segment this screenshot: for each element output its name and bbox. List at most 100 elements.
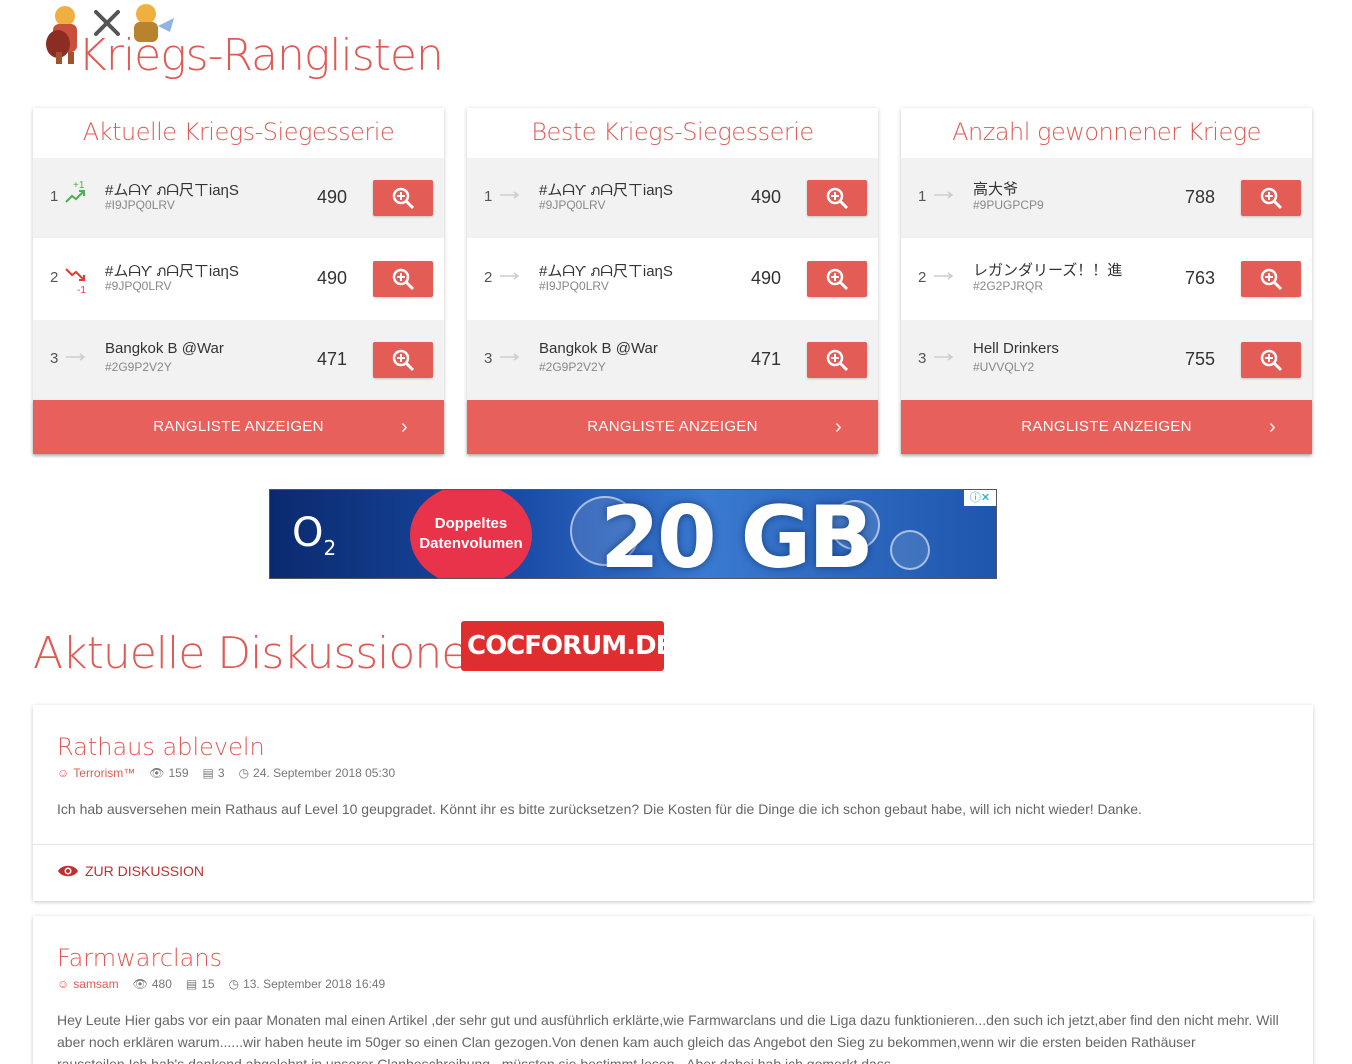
show-ranking-label: RANGLISTE ANZEIGEN [587, 418, 758, 435]
zoom-in-icon [392, 349, 415, 372]
reply-count: 3 [217, 766, 225, 780]
bubble-decoration [890, 530, 930, 570]
view-clan-button[interactable] [373, 342, 433, 378]
trend-flat-icon [500, 353, 520, 361]
ranking-card-wars-won: Anzahl gewonnener Kriege 1 高大爷 #9PUGPCP9… [901, 108, 1312, 454]
clan-tag: #I9JPQ0LRV [105, 198, 175, 212]
view-clan-button[interactable] [807, 180, 867, 216]
clan-name[interactable]: Bangkok B @War [105, 340, 224, 357]
show-ranking-button[interactable]: RANGLISTE ANZEIGEN › [901, 400, 1312, 454]
clan-name[interactable]: 高大爷 [973, 178, 1018, 199]
view-clan-button[interactable] [1241, 261, 1301, 297]
clan-score: 755 [1185, 349, 1216, 369]
zoom-in-icon [392, 268, 415, 291]
ranking-card-title: Anzahl gewonnener Kriege [952, 118, 1261, 146]
ranking-card-current-streak: Aktuelle Kriegs-Siegesserie 1 +1 #ムᗩƳ ภᗩ… [33, 108, 444, 454]
zoom-in-icon [1260, 187, 1283, 210]
user-icon: ☺ [57, 977, 70, 991]
cocforum-logo[interactable]: COCFORUM.DE [461, 621, 664, 671]
view-clan-button[interactable] [1241, 342, 1301, 378]
clock-icon: ◷ [238, 766, 250, 780]
rank-number: 1 [484, 188, 493, 205]
discussion-meta: ☺ Terrorism™ 👁 159 ▤ 3 ◷ 24. September 2… [57, 766, 395, 780]
clan-tag: #2G2PJRQR [973, 279, 1044, 293]
discussion-excerpt: Ich hab ausversehen mein Rathaus auf Lev… [57, 801, 1142, 817]
show-ranking-button[interactable]: RANGLISTE ANZEIGEN › [33, 400, 444, 454]
clan-score: 490 [317, 268, 348, 288]
clan-tag: #I9JPQ0LRV [539, 279, 609, 293]
eye-icon: 👁 [149, 766, 165, 780]
rank-number: 1 [918, 188, 927, 205]
eye-icon [58, 865, 78, 877]
trend-flat-icon [500, 272, 520, 280]
clan-name[interactable]: Bangkok B @War [539, 340, 658, 357]
clan-score: 471 [751, 349, 782, 369]
discussion-author[interactable]: Terrorism™ [73, 766, 135, 780]
trend-flat-icon [66, 353, 86, 361]
post-date: 13. September 2018 16:49 [243, 977, 386, 991]
clan-score: 788 [1185, 187, 1216, 207]
clan-score: 490 [751, 268, 782, 288]
rank-number: 3 [918, 350, 927, 367]
ranking-row: 1 #ムᗩƳ ภᗩ尺ㄒiaηS #9JPQ0LRV 490 [467, 157, 878, 238]
view-count: 480 [151, 977, 172, 991]
trend-delta: -1 [77, 285, 86, 295]
comment-icon: ▤ [202, 766, 214, 780]
discussion-card: Rathaus ableveln ☺ Terrorism™ 👁 159 ▤ 3 … [33, 705, 1313, 901]
user-icon: ☺ [57, 766, 70, 780]
ranking-row: 1 +1 #ムᗩƳ ภᗩ尺ㄒiaηS #I9JPQ0LRV 490 [33, 157, 444, 238]
show-ranking-label: RANGLISTE ANZEIGEN [153, 418, 324, 435]
ranking-row: 3 Bangkok B @War #2G9P2V2Y 471 [33, 319, 444, 400]
discussion-author[interactable]: samsam [73, 977, 118, 991]
clan-score: 471 [317, 349, 348, 369]
ad-brand-logo: O2 [292, 510, 337, 560]
discussion-title[interactable]: Farmwarclans [57, 944, 222, 972]
trend-flat-icon [934, 191, 954, 199]
rank-number: 3 [484, 350, 493, 367]
view-clan-button[interactable] [373, 180, 433, 216]
zoom-in-icon [826, 187, 849, 210]
reply-count: 15 [201, 977, 215, 991]
clan-tag: #9PUGPCP9 [973, 198, 1044, 212]
ranking-card-title: Beste Kriegs-Siegesserie [531, 118, 814, 146]
clan-score: 490 [317, 187, 348, 207]
zoom-in-icon [826, 349, 849, 372]
clan-name[interactable]: レガンダリーズ！！進 [973, 259, 1122, 280]
go-to-discussion-link[interactable]: ZUR DISKUSSION [57, 863, 204, 879]
clan-score: 763 [1185, 268, 1216, 288]
clan-name[interactable]: Hell Drinkers [973, 340, 1059, 357]
zoom-in-icon [392, 187, 415, 210]
ad-info-close-icon[interactable]: ⓘ✕ [964, 490, 996, 506]
trend-flat-icon [934, 272, 954, 280]
show-ranking-button[interactable]: RANGLISTE ANZEIGEN › [467, 400, 878, 454]
advertisement-banner[interactable]: O2 Doppeltes Datenvolumen 20 GB ⓘ✕ [269, 489, 997, 579]
show-ranking-label: RANGLISTE ANZEIGEN [1021, 418, 1192, 435]
clan-tag: #9JPQ0LRV [539, 198, 606, 212]
clan-score: 490 [751, 187, 782, 207]
eye-icon: 👁 [132, 977, 148, 991]
ranking-row: 2 -1 #ムᗩƳ ภᗩ尺ㄒiaηS #9JPQ0LRV 490 [33, 238, 444, 319]
clock-icon: ◷ [228, 977, 240, 991]
trend-flat-icon [500, 191, 520, 199]
divider [33, 844, 1313, 845]
discussion-card: Farmwarclans ☺ samsam 👁 480 ▤ 15 ◷ 13. S… [33, 916, 1313, 1064]
ranking-card-title: Aktuelle Kriegs-Siegesserie [82, 118, 395, 146]
chevron-right-icon: › [1269, 416, 1276, 438]
zoom-in-icon [1260, 268, 1283, 291]
discussions-title: Aktuelle Diskussionen [33, 628, 495, 679]
view-clan-button[interactable] [807, 342, 867, 378]
ranking-card-best-streak: Beste Kriegs-Siegesserie 1 #ムᗩƳ ภᗩ尺ㄒiaηS… [467, 108, 878, 454]
rank-number: 2 [484, 269, 493, 286]
ad-headline: 20 GB [600, 489, 874, 579]
ranking-row: 3 Hell Drinkers #UVVQLY2 755 [901, 319, 1312, 400]
view-clan-button[interactable] [1241, 180, 1301, 216]
chevron-right-icon: › [835, 416, 842, 438]
zoom-in-icon [826, 268, 849, 291]
comment-icon: ▤ [185, 977, 198, 991]
page-title: Kriegs-Ranglisten [78, 30, 444, 81]
view-count: 159 [168, 766, 189, 780]
discussion-title[interactable]: Rathaus ableveln [57, 733, 265, 761]
rank-number: 2 [50, 269, 59, 286]
view-clan-button[interactable] [373, 261, 433, 297]
view-clan-button[interactable] [807, 261, 867, 297]
